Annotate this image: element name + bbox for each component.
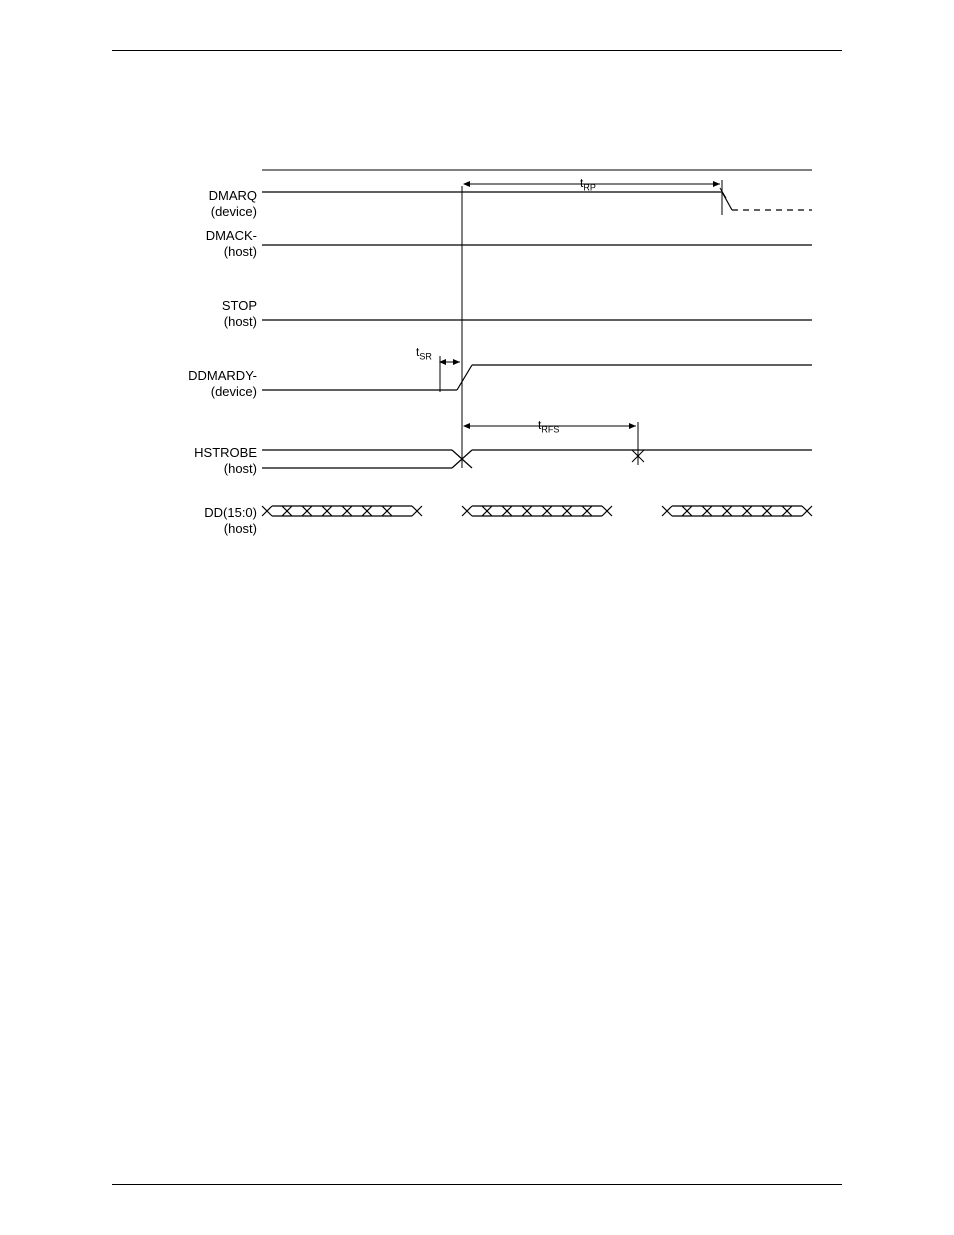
waveforms-svg	[162, 170, 812, 570]
top-rule	[112, 50, 842, 51]
bottom-rule	[112, 1184, 842, 1185]
timing-diagram: DMARQ (device) DMACK- (host) STOP (host)…	[162, 170, 812, 570]
page-content: DMARQ (device) DMACK- (host) STOP (host)…	[112, 50, 842, 1185]
